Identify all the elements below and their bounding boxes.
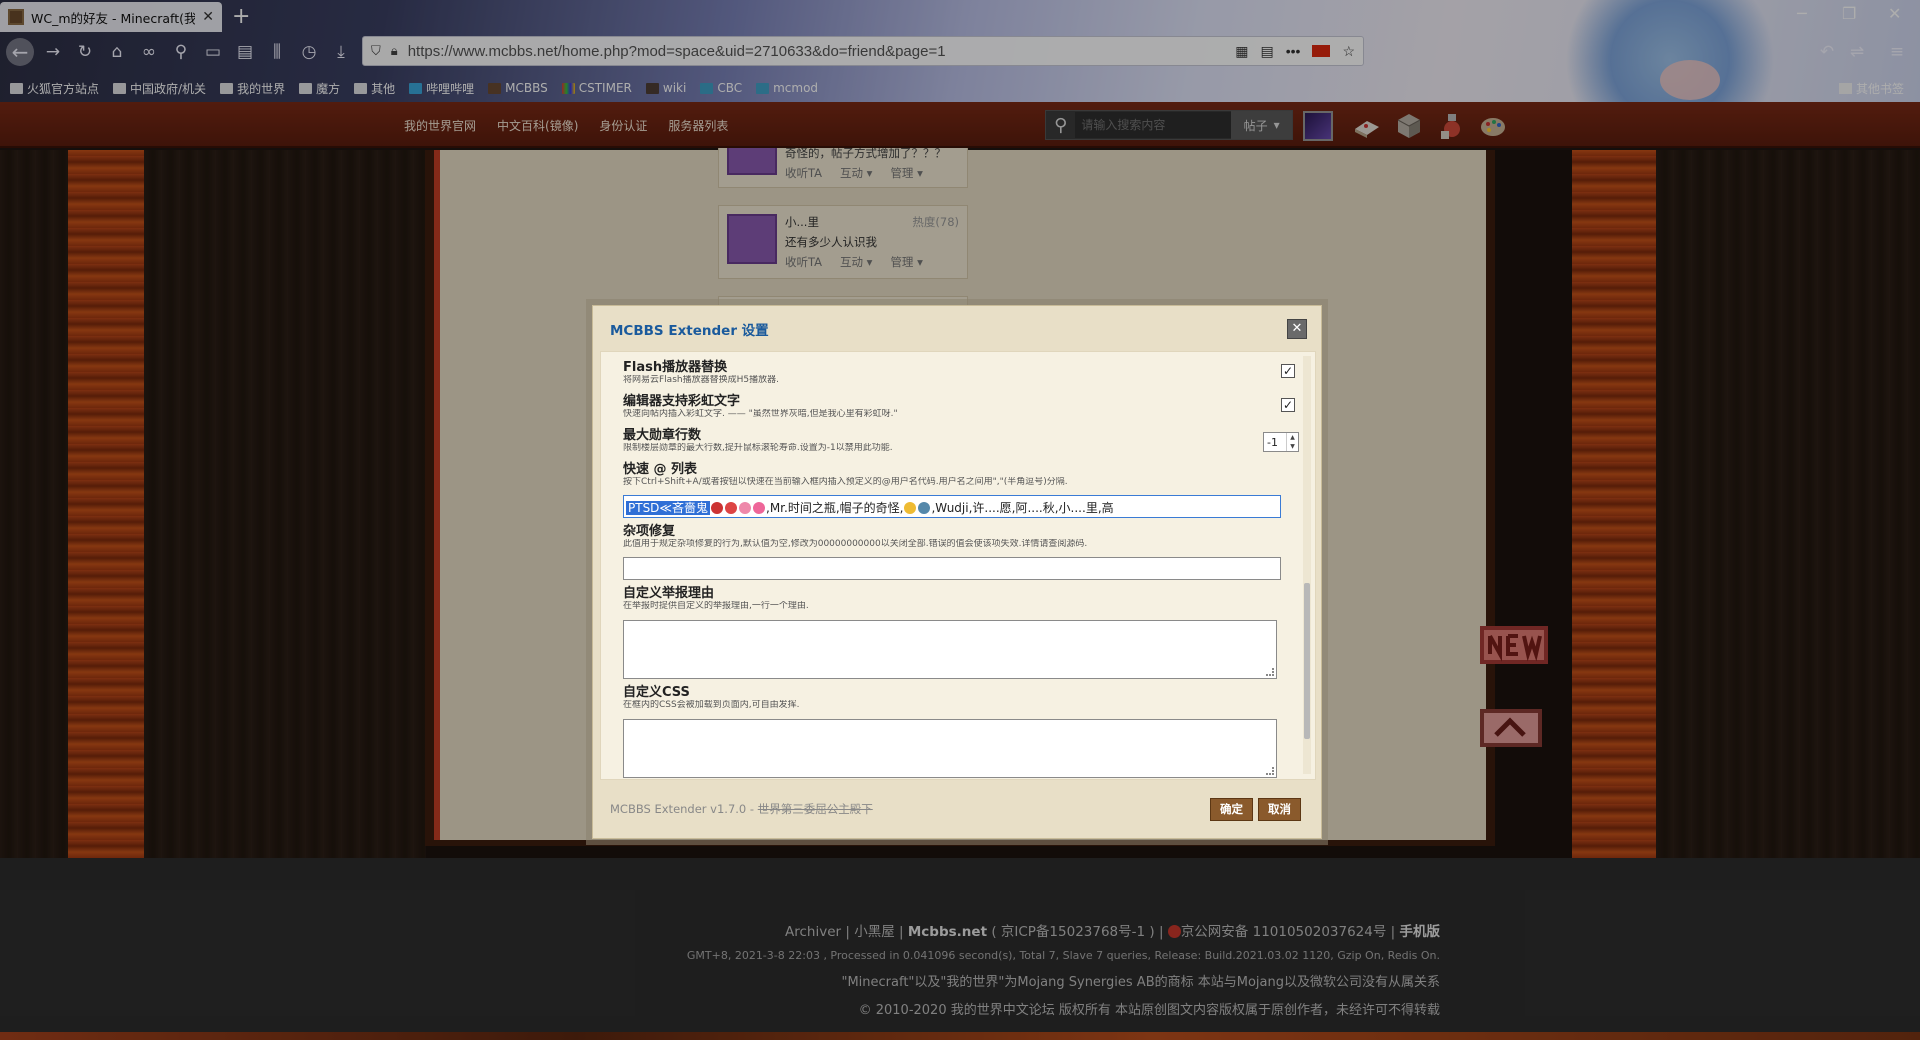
option-desc: 按下Ctrl+Shift+A/或者按钮以快速在当前输入框内插入预定义的@用户名代…: [623, 477, 1068, 487]
cancel-button[interactable]: 取消: [1258, 797, 1301, 821]
option-report-reason: 自定义举报理由 在举报时提供自定义的举报理由,一行一个理由.: [623, 586, 1283, 612]
option-desc: 将网易云Flash播放器替换成H5播放器.: [623, 375, 779, 385]
resize-grip-icon[interactable]: [1266, 767, 1274, 775]
medal-rows-stepper[interactable]: -1 ▲ ▼: [1263, 432, 1299, 452]
quick-at-input[interactable]: PTSD≪吝嗇鬼 ,Mr.时间之瓶,帽子的奇怪, ,Wudji,许....愿,阿..…: [623, 495, 1281, 518]
version-label: MCBBS Extender v1.7.0 - 世界第三委屈公主殿下: [610, 802, 873, 816]
option-name: 自定义举报理由: [623, 586, 715, 601]
emoji-icon: [711, 502, 723, 514]
scrollbar[interactable]: [1303, 356, 1311, 774]
emoji-icon: [753, 502, 765, 514]
misc-fix-input[interactable]: [623, 557, 1281, 580]
option-custom-css: 自定义CSS 在框内的CSS会被加载到页面内,可自由发挥.: [623, 685, 1283, 711]
emoji-icon: [904, 502, 917, 514]
option-medal-rows: 最大勋章行数 限制楼层勋章的最大行数,提升鼠标滚轮寿命.设置为-1以禁用此功能.…: [623, 428, 1299, 454]
close-icon[interactable]: ✕: [1287, 318, 1307, 339]
custom-css-textarea[interactable]: [623, 719, 1277, 778]
option-desc: 此值用于规定杂项修复的行为,默认值为空,修改为00000000000以关闭全部.…: [623, 539, 1088, 549]
emoji-icon: [725, 502, 737, 514]
stepper-arrows-icon[interactable]: ▲ ▼: [1286, 433, 1298, 451]
rainbow-checkbox[interactable]: ✓: [1281, 398, 1295, 412]
option-name: 自定义CSS: [623, 685, 690, 700]
option-rainbow: 编辑器支持彩虹文字 快速向帖内插入彩虹文字. —— "虽然世界灰暗,但是我心里有…: [623, 394, 1295, 420]
option-flash: Flash播放器替换 将网易云Flash播放器替换成H5播放器. ✓: [623, 360, 1295, 386]
option-desc: 限制楼层勋章的最大行数,提升鼠标滚轮寿命.设置为-1以禁用此功能.: [623, 443, 893, 453]
option-name: 杂项修复: [623, 524, 676, 539]
dialog-title: MCBBS Extender 设置: [610, 322, 769, 339]
option-quick-at: 快速 @ 列表 按下Ctrl+Shift+A/或者按钮以快速在当前输入框内插入预…: [623, 462, 1283, 488]
emoji-icon: [918, 502, 931, 514]
confirm-button[interactable]: 确定: [1210, 797, 1253, 821]
option-name: 快速 @ 列表: [623, 462, 698, 477]
flash-checkbox[interactable]: ✓: [1281, 364, 1295, 378]
option-misc-fix: 杂项修复 此值用于规定杂项修复的行为,默认值为空,修改为00000000000以…: [623, 524, 1283, 550]
option-name: 编辑器支持彩虹文字: [623, 394, 741, 409]
option-desc: 在举报时提供自定义的举报理由,一行一个理由.: [623, 601, 809, 611]
resize-grip-icon[interactable]: [1266, 668, 1274, 676]
settings-list: Flash播放器替换 将网易云Flash播放器替换成H5播放器. ✓ 编辑器支持…: [600, 351, 1316, 780]
settings-dialog: MCBBS Extender 设置 ✕ Flash播放器替换 将网易云Flash…: [592, 305, 1322, 839]
scrollbar-thumb[interactable]: [1304, 583, 1310, 739]
option-name: 最大勋章行数: [623, 428, 702, 443]
option-desc: 在框内的CSS会被加载到页面内,可自由发挥.: [623, 700, 800, 710]
emoji-icon: [739, 502, 751, 514]
report-reason-textarea[interactable]: [623, 620, 1277, 679]
option-desc: 快速向帖内插入彩虹文字. —— "虽然世界灰暗,但是我心里有彩虹呀.": [623, 409, 898, 419]
option-name: Flash播放器替换: [623, 360, 728, 375]
